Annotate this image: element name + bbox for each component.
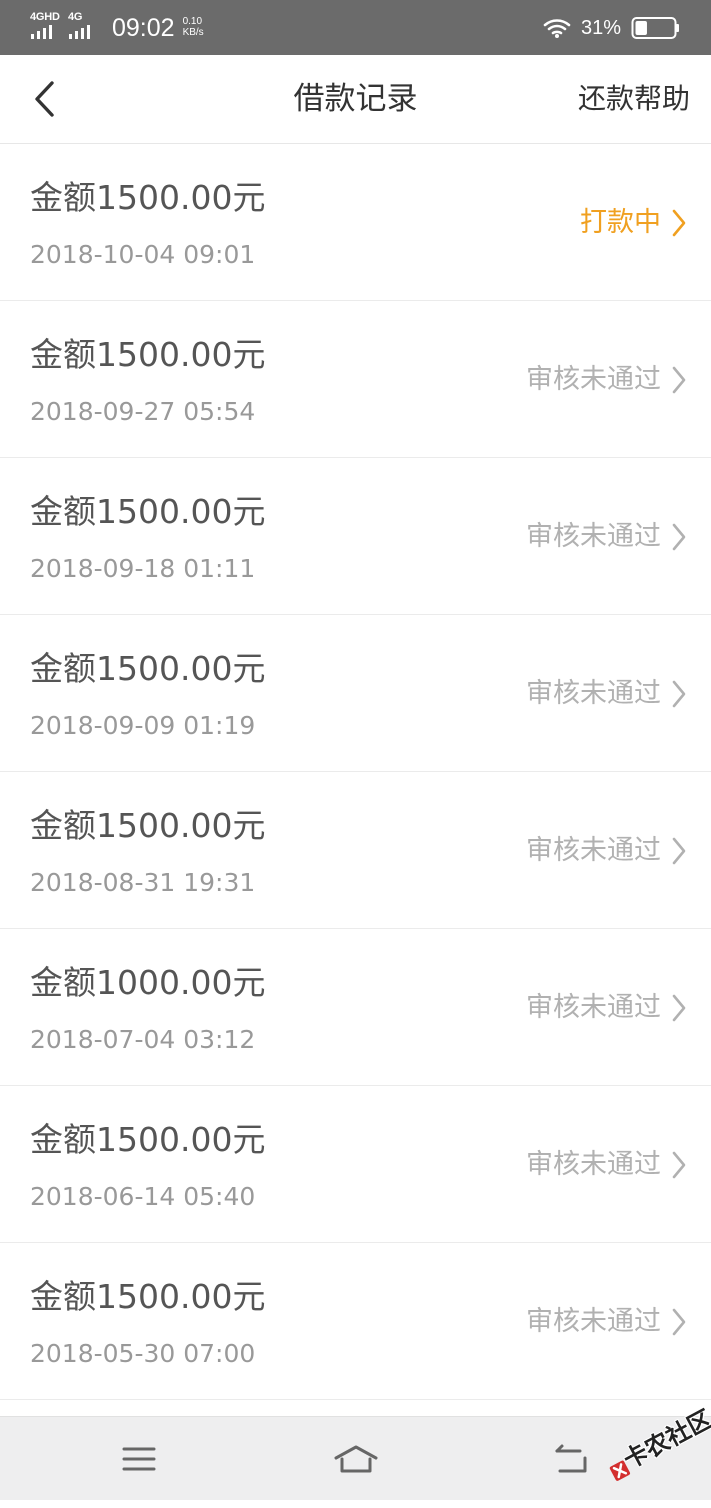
loan-date: 2018-07-04 03:12 (30, 1025, 256, 1054)
loan-amount: 金额1500.00元 (30, 178, 266, 217)
back-nav-icon (555, 1444, 587, 1473)
menu-icon (122, 1447, 156, 1471)
back-button[interactable] (18, 73, 70, 125)
network-speed-value: 0.10 (182, 16, 203, 27)
battery-percent: 31% (580, 17, 621, 39)
loan-amount: 金额1500.00元 (30, 806, 266, 845)
loan-status: 审核未通过 (526, 1149, 661, 1180)
loan-status-group: 审核未通过 (526, 515, 689, 559)
repayment-help-link[interactable]: 还款帮助 (578, 79, 690, 119)
loan-date: 2018-05-30 07:00 (30, 1339, 256, 1368)
chevron-right-icon (672, 523, 686, 551)
chevron-right-icon (672, 1151, 686, 1179)
chevron-right-icon (672, 366, 686, 394)
loan-status: 审核未通过 (526, 678, 661, 709)
battery-icon (631, 17, 679, 39)
loan-item-7[interactable]: 金额1500.00元 2018-06-14 05:40 审核未通过 (0, 1086, 711, 1243)
loan-date: 2018-09-09 01:19 (30, 711, 256, 740)
chevron-right-icon (672, 1308, 686, 1336)
header: 借款记录 还款帮助 (0, 55, 711, 144)
home-icon (334, 1445, 378, 1473)
status-bar: 4GHD 4G 09:02 0.10 KB/s 31% (0, 0, 711, 55)
chevron-right-icon (672, 994, 686, 1022)
loan-status: 打款中 (580, 207, 661, 238)
loan-item-4[interactable]: 金额1500.00元 2018-09-09 01:19 审核未通过 (0, 615, 711, 772)
signal-label-4g: 4G (68, 11, 83, 23)
loan-status-group: 审核未通过 (526, 829, 689, 873)
chevron-right-icon (672, 209, 686, 237)
chevron-right-icon (672, 837, 686, 865)
home-button[interactable] (332, 1437, 380, 1481)
loan-status: 审核未通过 (526, 364, 661, 395)
loan-status-group: 审核未通过 (526, 1300, 689, 1344)
cellular-signal-icon (69, 25, 90, 39)
status-left: 4GHD 4G 09:02 0.10 KB/s (30, 10, 204, 46)
loan-date: 2018-06-14 05:40 (30, 1182, 256, 1211)
signal-group-4g: 4G (68, 11, 102, 43)
loan-date: 2018-09-18 01:11 (30, 554, 256, 583)
status-time: 09:02 (112, 13, 175, 42)
loan-list: 金额1500.00元 2018-10-04 09:01 打款中 金额1500.0… (0, 144, 711, 1416)
loan-date: 2018-09-27 05:54 (30, 397, 256, 426)
chevron-right-icon (672, 680, 686, 708)
system-back-button[interactable] (548, 1437, 596, 1481)
loan-status-group: 审核未通过 (526, 1143, 689, 1187)
loan-date: 2018-10-04 09:01 (30, 240, 256, 269)
wifi-icon (543, 19, 571, 38)
loan-amount: 金额1000.00元 (30, 963, 266, 1002)
loan-amount: 金额1500.00元 (30, 649, 266, 688)
loan-amount: 金额1500.00元 (30, 1120, 266, 1159)
signal-label-4ghd: 4GHD (30, 11, 60, 23)
loan-status: 审核未通过 (526, 992, 661, 1023)
battery-fill (635, 21, 647, 35)
loan-amount: 金额1500.00元 (30, 335, 266, 374)
loan-item-6[interactable]: 金额1000.00元 2018-07-04 03:12 审核未通过 (0, 929, 711, 1086)
loan-amount: 金额1500.00元 (30, 1277, 266, 1316)
cellular-signal-icon (31, 25, 52, 39)
loan-date: 2018-08-31 19:31 (30, 868, 256, 897)
back-arrow-icon (35, 81, 54, 117)
loan-status: 审核未通过 (526, 1306, 661, 1337)
loan-status: 审核未通过 (526, 835, 661, 866)
status-right: 31% (543, 12, 681, 44)
page-title: 借款记录 (293, 81, 418, 117)
network-speed: 0.10 KB/s (183, 16, 204, 38)
bottom-navigation (0, 1416, 711, 1500)
loan-item-8[interactable]: 金额1500.00元 2018-05-30 07:00 审核未通过 (0, 1243, 711, 1400)
loan-amount: 金额1500.00元 (30, 492, 266, 531)
loan-status-group: 审核未通过 (526, 672, 689, 716)
loan-item-3[interactable]: 金额1500.00元 2018-09-18 01:11 审核未通过 (0, 458, 711, 615)
loan-status-group: 审核未通过 (526, 986, 689, 1030)
loan-item-2[interactable]: 金额1500.00元 2018-09-27 05:54 审核未通过 (0, 301, 711, 458)
menu-button[interactable] (115, 1437, 163, 1481)
loan-status: 审核未通过 (526, 521, 661, 552)
loan-status-group: 审核未通过 (526, 358, 689, 402)
network-speed-unit: KB/s (182, 27, 204, 38)
loan-item-5[interactable]: 金额1500.00元 2018-08-31 19:31 审核未通过 (0, 772, 711, 929)
loan-status-group: 打款中 (580, 201, 689, 245)
signal-group-4ghd: 4GHD (30, 11, 64, 43)
loan-item-1[interactable]: 金额1500.00元 2018-10-04 09:01 打款中 (0, 144, 711, 301)
